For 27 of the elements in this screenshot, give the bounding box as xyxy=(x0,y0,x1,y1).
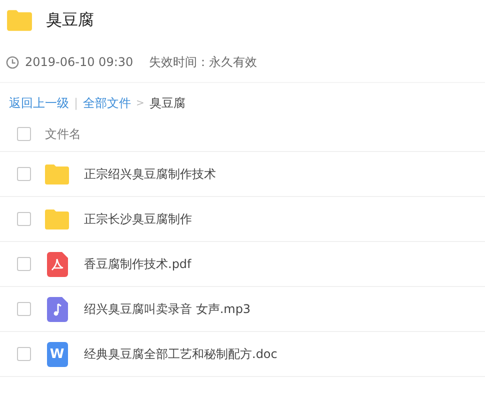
row-checkbox[interactable] xyxy=(17,302,31,316)
column-header: 文件名 xyxy=(45,126,81,142)
folder-icon xyxy=(6,10,33,30)
share-time: 2019-06-10 09:30 xyxy=(25,55,134,69)
expiry-text: 失效时间：永久有效 xyxy=(149,54,258,70)
music-file-icon xyxy=(46,296,68,322)
file-name[interactable]: 正宗长沙臭豆腐制作 xyxy=(84,210,192,228)
current-folder: 臭豆腐 xyxy=(149,94,186,112)
clock-icon xyxy=(6,56,19,68)
file-name[interactable]: 经典臭豆腐全部工艺和秘制配方.doc xyxy=(84,346,278,362)
folder-title: 臭豆腐 xyxy=(46,10,94,30)
file-name[interactable]: 香豆腐制作技术.pdf xyxy=(84,256,192,272)
folder-icon xyxy=(44,208,70,230)
pdf-file-icon xyxy=(46,252,68,276)
row-checkbox[interactable] xyxy=(17,212,31,226)
word-file-icon: W xyxy=(46,342,68,366)
back-link[interactable]: 返回上一级 xyxy=(9,94,69,112)
breadcrumb-separator: | xyxy=(74,96,78,110)
breadcrumb-arrow: > xyxy=(136,98,144,108)
folder-icon xyxy=(44,164,70,184)
select-all-checkbox[interactable] xyxy=(17,127,31,141)
row-checkbox[interactable] xyxy=(17,257,31,271)
row-checkbox[interactable] xyxy=(17,347,31,361)
row-checkbox[interactable] xyxy=(17,167,31,181)
file-name[interactable]: 正宗绍兴臭豆腐制作技术 xyxy=(84,166,216,182)
all-files-link[interactable]: 全部文件 xyxy=(83,94,132,112)
file-name[interactable]: 绍兴臭豆腐叫卖录音 女声.mp3 xyxy=(84,300,251,318)
